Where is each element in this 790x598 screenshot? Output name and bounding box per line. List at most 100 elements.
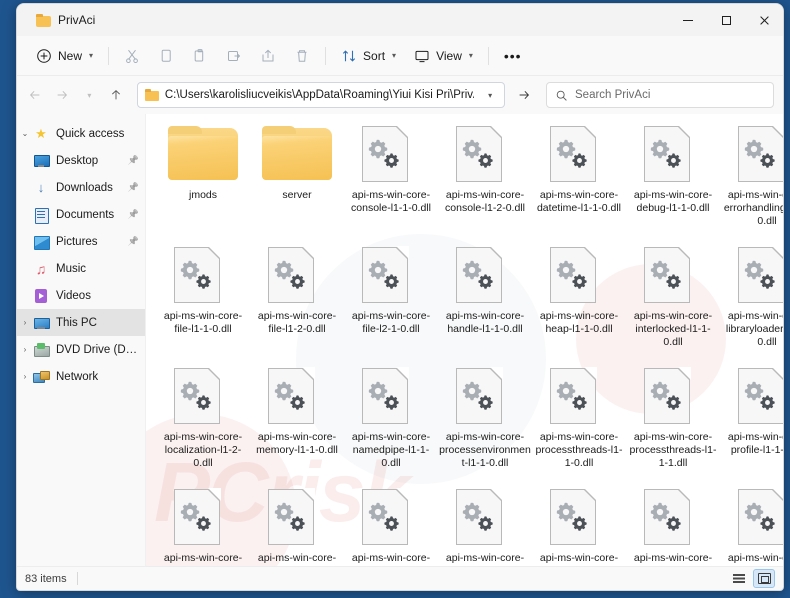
pin-icon[interactable]: 📌	[128, 209, 139, 220]
expander-icon[interactable]: ›	[17, 318, 33, 327]
folder-item[interactable]: jmods	[156, 120, 250, 237]
documents-icon	[33, 207, 49, 224]
file-item[interactable]: api-ms-win-core-debug-l1-1-0.dll	[626, 120, 720, 237]
file-item[interactable]: api-ms-win-core-namedpipe-l1-1-0.dll	[344, 362, 438, 479]
recent-locations-button[interactable]: ▾	[77, 82, 102, 108]
dll-file-icon	[644, 125, 702, 184]
file-item[interactable]: api-ms-win-core-file-l1-1-0.dll	[156, 241, 250, 358]
file-item[interactable]: api-ms-win-core-handle-l1-1-0.dll	[438, 241, 532, 358]
file-item[interactable]: api-ms-win-core-rtlsupport-l1-1-0.dll	[156, 483, 250, 566]
sidebar-item-desktop[interactable]: Desktop 📌	[17, 147, 145, 174]
dll-file-icon	[550, 488, 608, 547]
minimize-button[interactable]	[669, 4, 707, 36]
pin-icon[interactable]: 📌	[128, 182, 139, 193]
search-input[interactable]: Search PrivAci	[575, 89, 650, 101]
chevron-down-icon[interactable]: ▾	[480, 91, 500, 100]
dll-file-icon	[738, 488, 783, 547]
sidebar-item-pictures[interactable]: Pictures 📌	[17, 228, 145, 255]
file-name-label: api-ms-win-core-heap-l1-1-0.dll	[539, 310, 619, 335]
pin-icon[interactable]: 📌	[128, 155, 139, 166]
file-item[interactable]: api-ms-win-core-interlocked-l1-1-0.dll	[626, 241, 720, 358]
sort-button[interactable]: Sort ▾	[332, 41, 405, 71]
cut-button[interactable]	[115, 41, 149, 71]
address-bar[interactable]: C:\Users\karolisliucveikis\AppData\Roami…	[136, 82, 506, 108]
file-item[interactable]: api-ms-win-core-profile-l1-1-0.dll	[720, 362, 783, 479]
file-item[interactable]: api-ms-win-core-processenvironment-l1-1-…	[438, 362, 532, 479]
sidebar-item-documents[interactable]: Documents 📌	[17, 201, 145, 228]
back-button[interactable]	[23, 82, 48, 108]
large-icons-view-button[interactable]	[753, 569, 775, 588]
file-item[interactable]: api-ms-win-core-processthreads-l1-1-0.dl…	[532, 362, 626, 479]
file-item[interactable]: api-ms-win-core-timezone-l1-1-0.dll	[626, 483, 720, 566]
file-item[interactable]: api-ms-win-core-libraryloader-l1-1-0.dll	[720, 241, 783, 358]
more-options-button[interactable]: •••	[495, 41, 531, 71]
view-button[interactable]: View ▾	[405, 41, 482, 71]
file-item[interactable]: api-ms-win-core-localization-l1-2-0.dll	[156, 362, 250, 479]
sidebar-item-videos[interactable]: Videos	[17, 282, 145, 309]
delete-button[interactable]	[285, 41, 319, 71]
rename-button[interactable]	[217, 41, 251, 71]
file-name-label: api-ms-win-core-util-l1-1-0.dll	[727, 552, 783, 566]
close-icon	[759, 15, 770, 26]
details-view-button[interactable]	[728, 569, 750, 588]
file-item[interactable]: api-ms-win-core-string-l1-1-0.dll	[250, 483, 344, 566]
file-item[interactable]: api-ms-win-core-errorhandling-l1-1-0.dll	[720, 120, 783, 237]
scissors-icon	[126, 49, 138, 63]
file-name-label: api-ms-win-core-console-l1-2-0.dll	[445, 189, 525, 214]
desktop-icon	[33, 153, 50, 169]
folder-item[interactable]: server	[250, 120, 344, 237]
new-button[interactable]: New ▾	[27, 41, 102, 71]
sidebar-item-downloads[interactable]: ↓ Downloads 📌	[17, 174, 145, 201]
arrow-up-icon	[112, 89, 121, 100]
dll-file-icon	[738, 246, 783, 305]
maximize-icon	[721, 15, 731, 25]
star-icon: ★	[35, 125, 47, 141]
dll-file-icon	[456, 367, 514, 426]
paste-icon	[194, 48, 204, 61]
file-item[interactable]: api-ms-win-core-synch-l1-1-0.dll	[344, 483, 438, 566]
expander-icon[interactable]: ⌄	[17, 129, 33, 138]
search-box[interactable]: Search PrivAci	[546, 82, 774, 108]
copy-button[interactable]	[149, 41, 183, 71]
pin-icon[interactable]: 📌	[128, 236, 139, 247]
sidebar-item-music[interactable]: ♫ Music	[17, 255, 145, 282]
file-item[interactable]: api-ms-win-core-datetime-l1-1-0.dll	[532, 120, 626, 237]
file-name-label: api-ms-win-core-memory-l1-1-0.dll	[256, 431, 338, 456]
up-button[interactable]	[104, 82, 129, 108]
file-item[interactable]: api-ms-win-core-sysinfo-l1-1-0.dll	[532, 483, 626, 566]
forward-button[interactable]	[50, 82, 75, 108]
dll-file-icon	[174, 367, 232, 426]
maximize-button[interactable]	[707, 4, 745, 36]
file-item[interactable]: api-ms-win-core-heap-l1-1-0.dll	[532, 241, 626, 358]
copy-icon	[161, 49, 171, 62]
file-item[interactable]: api-ms-win-core-file-l2-1-0.dll	[344, 241, 438, 358]
file-name-label: api-ms-win-core-file-l1-2-0.dll	[257, 310, 337, 335]
sidebar-item-label: Network	[56, 370, 99, 383]
share-button[interactable]	[251, 41, 285, 71]
toolbar-divider	[108, 46, 110, 65]
navigation-bar: ▾ C:\Users\karolisliucveikis\AppData\Roa…	[17, 76, 783, 114]
file-item[interactable]: api-ms-win-core-processthreads-l1-1-1.dl…	[626, 362, 720, 479]
sidebar-item-this-pc[interactable]: › This PC	[17, 309, 145, 336]
file-name-label: api-ms-win-core-synch-l1-1-0.dll	[351, 552, 431, 566]
file-item[interactable]: api-ms-win-core-file-l1-2-0.dll	[250, 241, 344, 358]
expander-icon[interactable]: ›	[17, 372, 33, 381]
paste-button[interactable]	[183, 41, 217, 71]
refresh-go-button[interactable]	[510, 82, 537, 108]
sidebar-item-network[interactable]: › Network	[17, 363, 145, 390]
folder-icon	[144, 89, 159, 101]
file-item[interactable]: api-ms-win-core-console-l1-2-0.dll	[438, 120, 532, 237]
explorer-tab[interactable]: PrivAci	[28, 7, 103, 33]
file-item[interactable]: api-ms-win-core-memory-l1-1-0.dll	[250, 362, 344, 479]
file-item[interactable]: api-ms-win-core-synch-l1-2-0.dll	[438, 483, 532, 566]
chevron-down-icon: ▾	[89, 51, 94, 60]
file-name-label: api-ms-win-core-string-l1-1-0.dll	[257, 552, 337, 566]
file-item[interactable]: api-ms-win-core-util-l1-1-0.dll	[720, 483, 783, 566]
close-button[interactable]	[745, 4, 783, 36]
sidebar-item-quick-access[interactable]: ⌄ ★ Quick access	[17, 120, 145, 147]
file-list-view[interactable]: PCrisk jmodsserverapi-ms-win-core-consol…	[146, 114, 783, 566]
monitor-icon	[415, 50, 429, 62]
file-item[interactable]: api-ms-win-core-console-l1-1-0.dll	[344, 120, 438, 237]
sidebar-item-dvd-drive-d-cccc[interactable]: › DVD Drive (D:) CCCC	[17, 336, 145, 363]
expander-icon[interactable]: ›	[17, 345, 33, 354]
